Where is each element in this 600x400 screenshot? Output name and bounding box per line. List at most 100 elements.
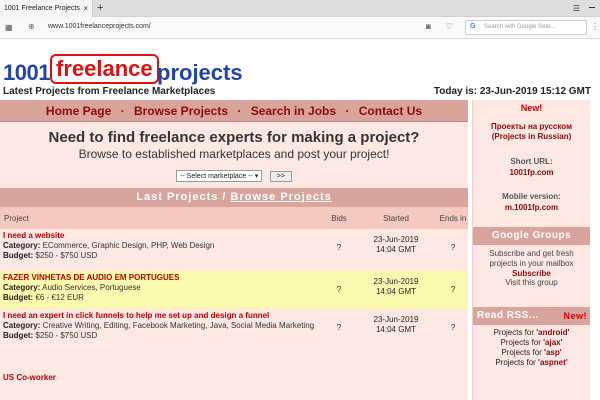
- project-budget: $250 - $750 USD: [35, 251, 98, 260]
- marketplace-select-value: -- Select marketplace --: [180, 173, 253, 180]
- tab-list-icon[interactable]: ☰: [573, 0, 580, 17]
- main-content: Home Page · Browse Projects · Search in …: [0, 100, 468, 400]
- promo-title: Need to find freelance experts for makin…: [48, 129, 420, 146]
- rss-list: Projects for 'android' Projects for 'aja…: [473, 328, 590, 368]
- rss-item[interactable]: Projects for 'aspnet': [473, 358, 590, 368]
- nav-search-in-jobs[interactable]: Search in Jobs: [251, 104, 336, 118]
- category-label: Category:: [3, 321, 41, 330]
- started-time: 14:04 GMT: [375, 325, 416, 334]
- logo-projects: projects: [157, 60, 243, 85]
- col-started: Started: [354, 207, 438, 229]
- mobile-version-link[interactable]: m.1001fp.com: [473, 203, 590, 212]
- project-ends: ?: [450, 323, 456, 332]
- tab-title: 1001 Freelance Projects: [4, 5, 80, 12]
- subscribe-link[interactable]: Subscribe: [473, 269, 590, 278]
- table-row: FAZER VINHETAS DE AUDIO EM PORTUGUES Cat…: [0, 271, 468, 309]
- camera-icon[interactable]: ◙: [426, 22, 431, 31]
- project-ends: ?: [450, 243, 456, 252]
- last-projects-bar: Last Projects / Browse Projects: [0, 188, 468, 207]
- russian-line-1: Проекты на русском: [491, 122, 572, 131]
- rss-prefix: Projects for: [501, 348, 542, 357]
- project-started: 23-Jun-2019 14:04 GMT: [354, 271, 438, 309]
- nav-browse-projects[interactable]: Browse Projects: [134, 104, 228, 118]
- minimize-icon[interactable]: [589, 7, 595, 8]
- budget-label: Budget:: [3, 251, 34, 260]
- grid-icon[interactable]: ▦: [5, 23, 13, 32]
- project-budget: €6 - €12 EUR: [35, 293, 84, 302]
- rss-item[interactable]: Projects for 'asp': [473, 348, 590, 358]
- browser-tab-bar: 1001 Freelance Projects × + ☰: [0, 0, 600, 17]
- google-groups-text: Subscribe and get fresh projects in your…: [489, 249, 574, 268]
- col-project: Project: [0, 207, 324, 229]
- go-button[interactable]: >>: [269, 171, 292, 182]
- rss-item[interactable]: Projects for 'android': [473, 328, 590, 338]
- new-tab-button[interactable]: +: [97, 0, 103, 16]
- project-title-link[interactable]: FAZER VINHETAS DE AUDIO EM PORTUGUES: [3, 273, 321, 283]
- page: 1001 freelance projects Latest Projects …: [0, 40, 600, 400]
- main-nav: Home Page · Browse Projects · Search in …: [0, 100, 468, 122]
- table-row: I need an expert in click funnels to hel…: [0, 309, 468, 371]
- project-category: Audio Services, Portuguese: [42, 283, 141, 292]
- started-time: 14:04 GMT: [375, 287, 416, 296]
- project-title-link[interactable]: I need an expert in click funnels to hel…: [3, 311, 321, 321]
- started-date: 23-Jun-2019: [373, 315, 419, 324]
- rss-title: Read RSS...: [477, 310, 539, 321]
- heart-icon[interactable]: ♡: [446, 22, 453, 31]
- visit-group-link[interactable]: Visit this group: [473, 278, 590, 287]
- russian-projects-link[interactable]: Проекты на русском (Projects in Russian): [473, 122, 590, 142]
- project-bids: ?: [336, 285, 342, 294]
- google-groups-title: Google Groups: [473, 227, 590, 245]
- rss-item[interactable]: Projects for 'ajax': [473, 338, 590, 348]
- project-category: ECommerce, Graphic Design, PHP, Web Desi…: [42, 241, 215, 250]
- table-row: US Co-worker: [0, 371, 468, 391]
- project-bids: ?: [336, 323, 342, 332]
- search-input[interactable]: G Search with Google Sear...: [465, 20, 587, 35]
- menu-icon[interactable]: ⋮: [591, 22, 599, 31]
- budget-label: Budget:: [3, 293, 34, 302]
- browser-tab[interactable]: 1001 Freelance Projects ×: [0, 0, 93, 17]
- promo-subtitle: Browse to established marketplaces and p…: [78, 147, 390, 161]
- projects-table: Project Bids Started Ends in I need a we…: [0, 207, 468, 391]
- site-tagline: Latest Projects from Freelance Marketpla…: [3, 86, 216, 97]
- project-title-link[interactable]: I need a website: [3, 231, 321, 241]
- table-row: I need a website Category: ECommerce, Gr…: [0, 229, 468, 271]
- logo-freelance: freelance: [50, 54, 159, 84]
- marketplace-form: -- Select marketplace -- ▾ >>: [0, 165, 468, 183]
- nav-contact-us[interactable]: Contact Us: [359, 104, 422, 118]
- rss-new-badge: New!: [563, 311, 587, 321]
- marketplace-select[interactable]: -- Select marketplace -- ▾: [176, 170, 263, 182]
- nav-home-page[interactable]: Home Page: [46, 104, 111, 118]
- browser-toolbar: ▦ ⊕ www.1001freelanceprojects.com/ ◙ ♡ G…: [0, 17, 600, 39]
- rss-prefix: Projects for: [500, 338, 541, 347]
- today-date: Today is: 23-Jun-2019 15:12 GMT: [433, 86, 591, 97]
- google-icon: G: [470, 23, 476, 30]
- right-sidebar: New! Проекты на русском (Projects in Rus…: [472, 100, 590, 400]
- project-title-link[interactable]: US Co-worker: [3, 373, 465, 383]
- started-date: 23-Jun-2019: [373, 235, 419, 244]
- site-info-icon[interactable]: ⊕: [28, 22, 35, 31]
- rss-topic: 'asp': [544, 348, 562, 357]
- short-url-label: Short URL:: [510, 157, 553, 166]
- short-url-link[interactable]: 1001fp.com: [473, 168, 590, 177]
- address-bar[interactable]: www.1001freelanceprojects.com/: [48, 23, 151, 30]
- project-budget: $250 - $750 USD: [35, 331, 98, 340]
- category-label: Category:: [3, 241, 41, 250]
- rss-topic: 'aspnet': [538, 358, 568, 367]
- promo-section: Need to find freelance experts for makin…: [0, 122, 468, 182]
- project-started: 23-Jun-2019 14:04 GMT: [354, 229, 438, 271]
- russian-line-2: (Projects in Russian): [491, 132, 572, 141]
- mobile-version-label: Mobile version:: [502, 192, 561, 201]
- category-label: Category:: [3, 283, 41, 292]
- rss-topic: 'ajax': [543, 338, 563, 347]
- logo-number: 1001: [3, 60, 50, 85]
- started-time: 14:04 GMT: [375, 245, 416, 254]
- nav-separator: ·: [120, 104, 125, 118]
- search-placeholder: Search with Google Sear...: [484, 24, 556, 30]
- browse-projects-link[interactable]: Browse Projects: [231, 191, 332, 203]
- rss-prefix: Projects for: [493, 328, 535, 337]
- started-date: 23-Jun-2019: [373, 277, 419, 286]
- close-icon[interactable]: ×: [83, 0, 88, 17]
- rss-bar: Read RSS... New!: [473, 307, 590, 325]
- nav-separator: ·: [237, 104, 242, 118]
- budget-label: Budget:: [3, 331, 34, 340]
